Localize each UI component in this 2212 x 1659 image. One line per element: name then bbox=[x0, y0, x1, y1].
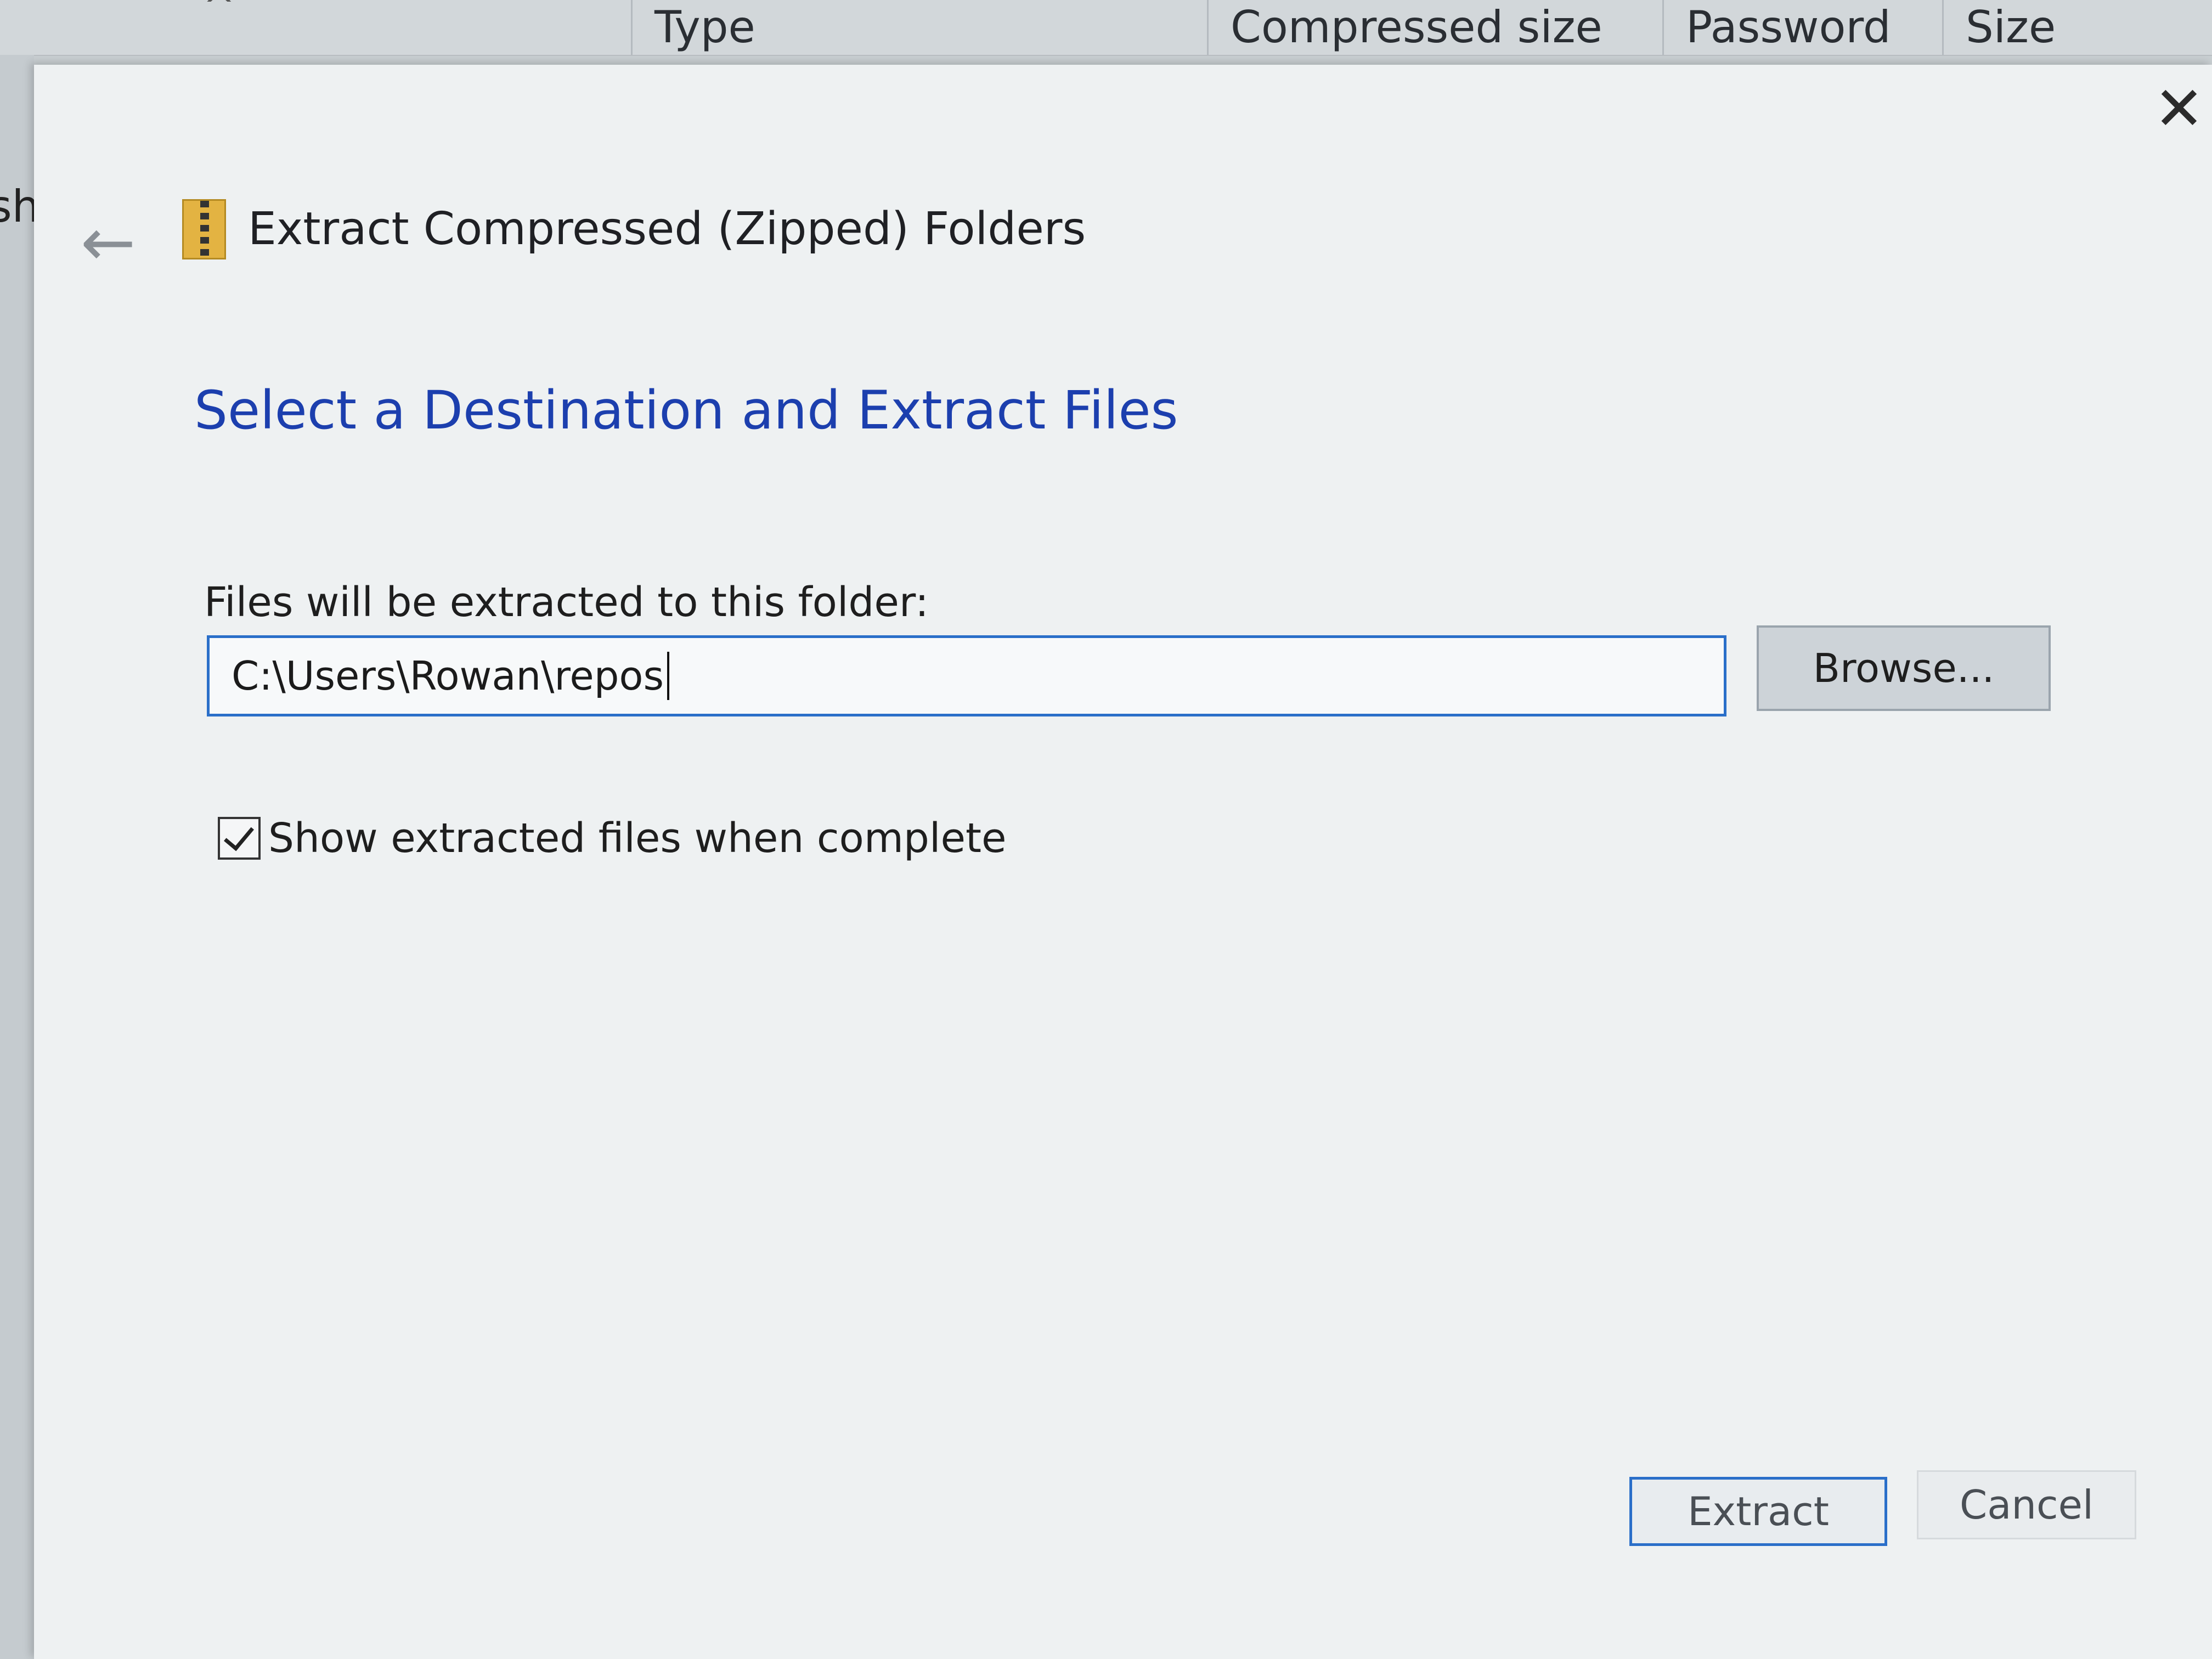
extract-dialog: ✕ ← Extract Compressed (Zipped) Folders … bbox=[34, 65, 2212, 1659]
sort-caret-icon: ^ bbox=[203, 0, 235, 29]
column-header-password[interactable]: Password ... bbox=[1662, 0, 1942, 108]
dialog-title: Extract Compressed (Zipped) Folders bbox=[248, 203, 1086, 255]
text-caret bbox=[667, 652, 669, 700]
background-sidebar: shi bbox=[0, 55, 52, 1659]
back-arrow-icon[interactable]: ← bbox=[67, 202, 149, 284]
column-header-compressed-size[interactable]: Compressed size bbox=[1207, 0, 1662, 55]
show-files-checkbox[interactable] bbox=[218, 817, 261, 860]
extract-button[interactable]: Extract bbox=[1629, 1477, 1887, 1546]
background-column-header: ^ Type Compressed size Password ... Size bbox=[0, 0, 2212, 108]
show-files-label[interactable]: Show extracted files when complete bbox=[268, 800, 1007, 877]
column-header-size[interactable]: Size bbox=[1942, 0, 2212, 55]
column-header-type[interactable]: Type bbox=[631, 0, 1207, 55]
page-heading: Select a Destination and Extract Files bbox=[194, 380, 1178, 441]
checkmark-icon bbox=[224, 819, 254, 851]
destination-label: Files will be extracted to this folder: bbox=[204, 579, 929, 626]
destination-path-input[interactable]: C:\Users\Rowan\repos bbox=[207, 635, 1726, 716]
browse-button[interactable]: Browse... bbox=[1757, 625, 2051, 711]
show-files-option[interactable]: Show extracted files when complete bbox=[218, 800, 1007, 877]
destination-path-value: C:\Users\Rowan\repos bbox=[232, 653, 664, 699]
zip-folder-icon bbox=[182, 199, 226, 259]
cancel-button[interactable]: Cancel bbox=[1917, 1470, 2136, 1539]
close-icon[interactable]: ✕ bbox=[2146, 76, 2212, 142]
